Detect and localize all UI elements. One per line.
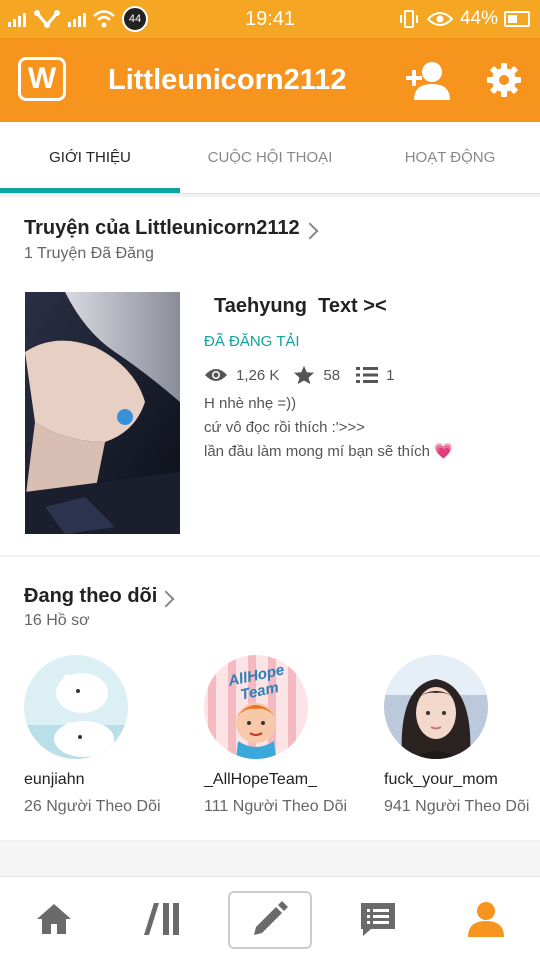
story-stats: 1,26 K 58 1 — [204, 363, 400, 387]
profile-icon — [468, 902, 504, 937]
app-bar: W Littleunicorn2112 — [0, 38, 540, 122]
profile-followers: 941 Người Theo Dõi — [384, 798, 530, 815]
vibrate-icon — [399, 10, 418, 28]
profile-username[interactable]: fuck_your_mom — [384, 771, 540, 789]
chevron-right-icon[interactable] — [157, 590, 175, 608]
library-icon — [144, 903, 179, 935]
tab-activity[interactable]: HOẠT ĐỘNG — [360, 122, 540, 194]
story-views: 1,26 K — [236, 366, 280, 384]
profile-username[interactable]: eunjiahn — [24, 771, 184, 789]
profile-followers: 111 Người Theo Dõi — [204, 798, 348, 815]
battery-icon — [504, 11, 530, 27]
following-profile[interactable]: eunjiahn 26 Người Theo Dõi — [24, 655, 184, 816]
stories-section: Truyện của Littleunicorn2112 1 Truyện Đã… — [0, 197, 540, 555]
profile-followers: 26 Người Theo Dõi — [24, 798, 161, 815]
eye-icon — [426, 12, 454, 26]
active-tab-indicator — [0, 188, 180, 193]
star-votes-icon — [294, 365, 315, 385]
write-pencil-icon — [254, 901, 288, 935]
battery-percent: 44% — [459, 8, 498, 29]
nav-library[interactable] — [108, 877, 216, 960]
home-icon — [37, 904, 71, 934]
chevron-right-icon[interactable] — [301, 222, 319, 240]
avatar[interactable] — [384, 655, 488, 759]
follow-user-icon[interactable] — [404, 60, 452, 100]
status-bar: 44 19:41 44% — [0, 0, 540, 38]
story-description-line: lần đầu làm mong mí bạn sẽ thích 💗 — [204, 443, 453, 460]
following-section-title[interactable]: Đang theo dõi — [24, 585, 157, 608]
polar-bear-avatar-image — [24, 655, 128, 759]
stories-count: 1 Truyện Đã Đăng — [24, 245, 154, 262]
avatar[interactable] — [24, 655, 128, 759]
profile-tabs: GIỚI THIỆU CUỘC HỘI THOẠI HOẠT ĐỘNG — [0, 122, 540, 194]
next-section-peek — [0, 842, 540, 876]
nav-messages[interactable] — [324, 877, 432, 960]
nav-profile[interactable] — [432, 877, 540, 960]
status-right-icons: 44% — [398, 6, 530, 32]
following-section: Đang theo dõi 16 Hồ sơ eunjiahn 26 Người… — [0, 557, 540, 840]
story-parts: 1 — [386, 366, 395, 384]
story-title[interactable]: Taehyung Text >< — [214, 295, 387, 318]
settings-gear-icon[interactable] — [486, 62, 522, 98]
story-cover-image — [25, 292, 180, 534]
eye-views-icon — [205, 369, 227, 381]
tab-about[interactable]: GIỚI THIỆU — [0, 122, 180, 194]
messages-icon — [361, 903, 395, 936]
following-count: 16 Hồ sơ — [24, 612, 90, 629]
stories-section-title[interactable]: Truyện của Littleunicorn2112 — [24, 217, 300, 240]
nav-write-box[interactable] — [228, 891, 312, 949]
story-votes: 58 — [323, 366, 341, 384]
avatar[interactable]: AllHope Team — [204, 655, 308, 759]
girl-portrait-avatar-image — [384, 655, 488, 759]
nav-home[interactable] — [0, 877, 108, 960]
story-description-line: H nhè nhẹ =)) — [204, 395, 297, 412]
wattpad-logo[interactable]: W — [18, 57, 66, 101]
profile-username[interactable]: _AllHopeTeam_ — [204, 771, 364, 789]
story-cover[interactable] — [25, 292, 180, 534]
story-status: ĐÃ ĐĂNG TẢI — [204, 333, 300, 350]
bottom-navigation — [0, 876, 540, 960]
story-description-line: cứ vô đọc rồi thích :'>>> — [204, 419, 365, 436]
list-parts-icon — [356, 367, 379, 383]
following-profile[interactable]: AllHope Team _AllHopeTeam_ 111 Người The… — [204, 655, 364, 816]
profile-username-title: Littleunicorn2112 — [108, 64, 347, 96]
story-description: H nhè nhẹ =)) cứ vô đọc rồi thích :'>>> … — [204, 392, 453, 464]
following-profile[interactable]: fuck_your_mom 941 Người Theo Dõi — [384, 655, 540, 816]
tab-conversations[interactable]: CUỘC HỘI THOẠI — [180, 122, 360, 194]
